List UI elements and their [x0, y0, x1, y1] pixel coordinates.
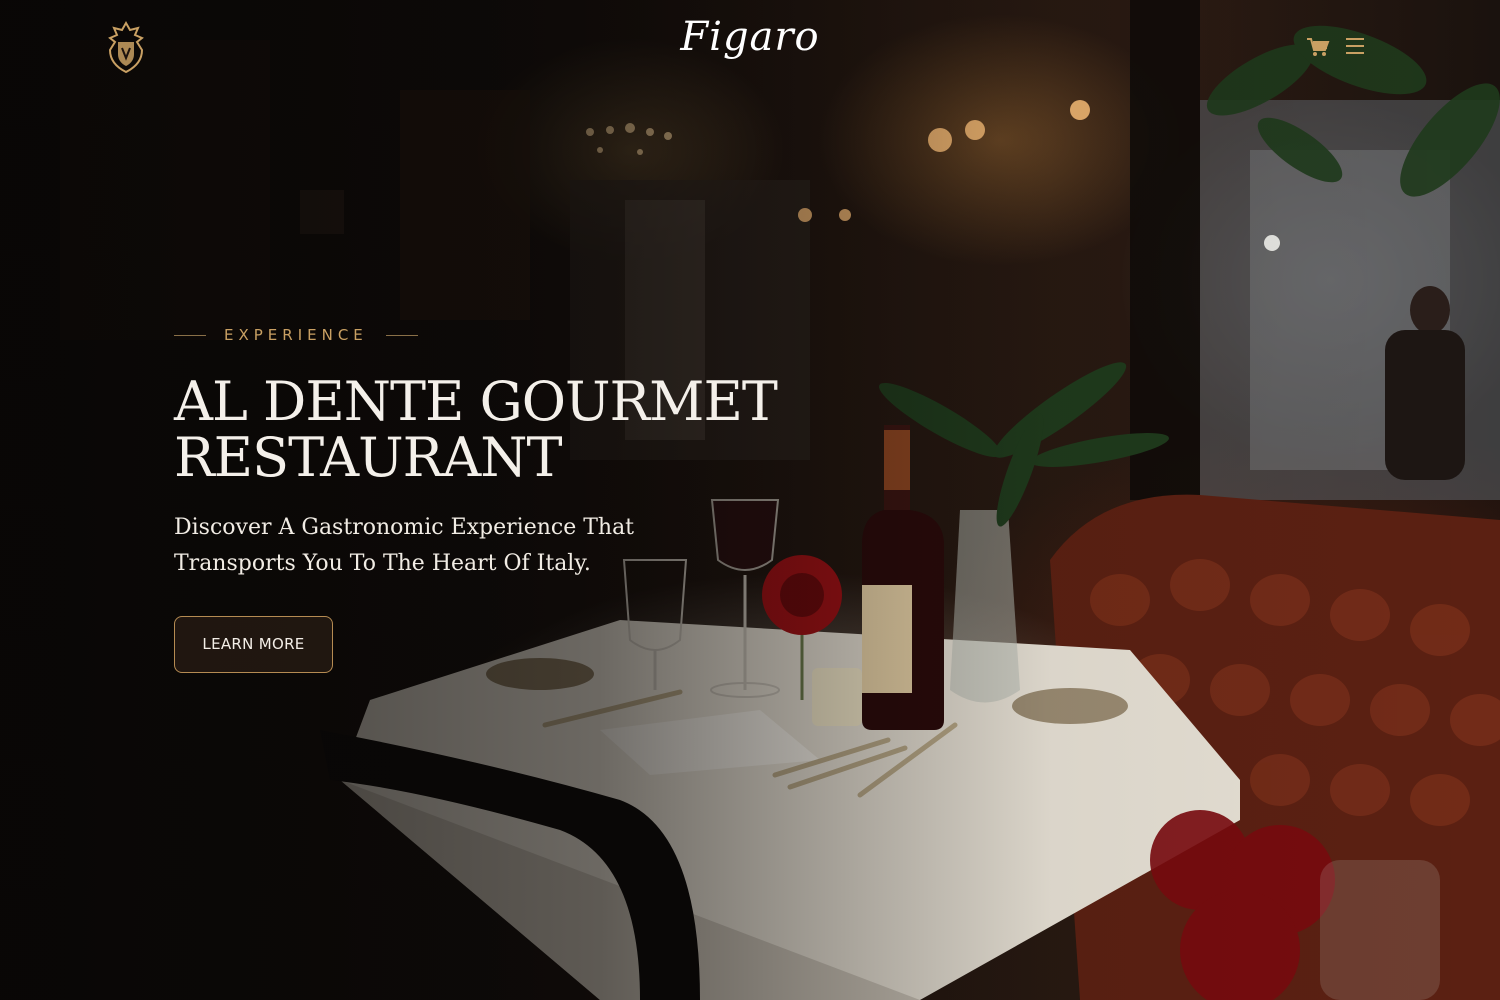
hero-title-line-1: AL DENTE GOURMET [174, 370, 778, 433]
menu-line [1346, 45, 1364, 47]
brand-logo[interactable]: Figaro [0, 14, 1500, 60]
hamburger-menu-icon[interactable] [1346, 38, 1370, 58]
eyebrow-line-right [385, 334, 418, 336]
hero-section: Figaro EXPERIENCE AL DENTE GOURMET RESTA… [0, 0, 1500, 1000]
hero-title-line-2: RESTAURANT [174, 426, 563, 489]
menu-line [1346, 52, 1364, 54]
eyebrow-label: EXPERIENCE [224, 326, 368, 344]
hero-subtitle: Discover A Gastronomic Experience That T… [174, 515, 635, 576]
top-navigation-bar: Figaro [0, 0, 1500, 96]
eyebrow-line-left [174, 334, 206, 336]
cart-icon[interactable] [1306, 36, 1330, 58]
menu-line [1346, 38, 1364, 40]
hero-title: AL DENTE GOURMET RESTAURANT [174, 374, 814, 486]
eyebrow-row: EXPERIENCE [174, 326, 814, 344]
learn-more-button[interactable]: LEARN MORE [174, 616, 333, 673]
hero-content: EXPERIENCE AL DENTE GOURMET RESTAURANT D… [174, 326, 814, 673]
